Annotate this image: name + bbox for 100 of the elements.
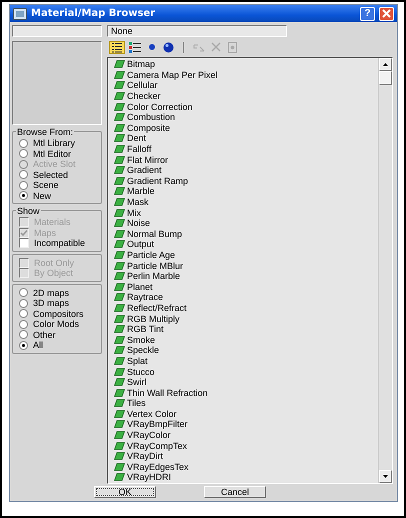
map-list-item[interactable]: VRayColor (114, 430, 378, 440)
radio-button[interactable] (19, 309, 28, 318)
map-list-item[interactable]: Splat (114, 356, 378, 366)
map-list-item[interactable]: Gradient (114, 164, 378, 176)
map-list-item[interactable]: VRayEdgesTex (114, 462, 378, 472)
map-list-item[interactable]: Reflect/Refract (114, 302, 378, 314)
scrollbar[interactable] (378, 58, 392, 483)
option-label: Mtl Editor (33, 148, 72, 159)
scroll-up-button[interactable] (379, 58, 392, 71)
map-list-item[interactable]: Perlin Marble (114, 270, 378, 282)
map-list-item[interactable]: Particle MBlur (114, 260, 378, 271)
radio-button[interactable] (19, 191, 28, 200)
map-list-item[interactable]: Marble (114, 186, 378, 197)
map-list-item[interactable]: Composite (114, 122, 378, 134)
map-icon (114, 420, 125, 428)
map-list-item[interactable]: Noise (114, 218, 378, 228)
map-icon (114, 134, 125, 142)
map-list-item[interactable]: Particle Age (114, 250, 378, 260)
map-icon (114, 156, 125, 164)
map-list-item[interactable]: Camera Map Per Pixel (114, 70, 378, 80)
current-map-field: None (107, 25, 287, 37)
option-label: Maps (34, 228, 56, 238)
radio-button[interactable] (19, 138, 28, 148)
map-icon (114, 208, 125, 217)
large-icons-button[interactable] (161, 40, 176, 54)
map-list-item[interactable]: Color Correction (114, 101, 378, 112)
small-sphere-icon (149, 44, 155, 50)
map-icon (114, 198, 125, 206)
document-icon (228, 42, 236, 52)
map-list-item[interactable]: RGB Tint (114, 324, 378, 334)
map-icon (114, 442, 125, 450)
map-list-item[interactable]: VRayHDRI (114, 472, 378, 483)
map-list-item[interactable]: Normal Bump (114, 228, 378, 240)
map-list-item[interactable]: Dent (114, 133, 378, 144)
option-label: Scene (33, 180, 59, 190)
radio-button[interactable] (19, 149, 28, 158)
map-icon (114, 262, 125, 270)
up-arrow-icon (383, 63, 388, 66)
help-button[interactable]: ? (360, 6, 375, 20)
map-icon (114, 399, 125, 408)
scroll-down-button[interactable] (379, 470, 392, 483)
option-label: Mtl Library (33, 138, 76, 148)
option-label: New (33, 190, 52, 201)
map-icon (114, 124, 125, 132)
map-list-item[interactable]: Tiles (114, 398, 378, 409)
map-icon (114, 272, 125, 280)
map-list-item[interactable]: Bitmap (114, 59, 378, 70)
name-field[interactable] (12, 25, 102, 37)
map-icon (114, 250, 125, 259)
map-icon (114, 230, 125, 238)
option-label: Incompatible (34, 238, 86, 248)
map-icon (114, 410, 125, 418)
map-list-item[interactable]: Mix (114, 207, 378, 218)
radio-button[interactable] (19, 180, 28, 190)
radio-button[interactable] (19, 288, 28, 298)
map-list-item[interactable]: Combustion (114, 112, 378, 123)
map-icon (114, 356, 125, 365)
map-list-item[interactable]: Output (114, 239, 378, 250)
map-list-item[interactable]: Smoke (114, 334, 378, 346)
radio-button[interactable] (19, 298, 28, 308)
close-button[interactable] (379, 6, 394, 20)
update-icon (193, 42, 205, 52)
radio-button[interactable] (19, 170, 28, 180)
option-label: Active Slot (33, 159, 76, 170)
map-list-item[interactable]: Planet (114, 281, 378, 292)
large-sphere-icon (163, 42, 174, 52)
map-icon (114, 378, 125, 386)
map-icon (114, 240, 125, 248)
cancel-button[interactable]: Cancel (204, 486, 266, 498)
option-label: Compositors (33, 308, 84, 319)
map-list-item[interactable]: Mask (114, 196, 378, 208)
radio-button[interactable] (19, 320, 28, 329)
map-icon (114, 314, 125, 323)
map-list-item[interactable]: Speckle (114, 345, 378, 356)
option-label: Other (33, 330, 56, 340)
map-list-item[interactable]: Cellular (114, 80, 378, 91)
map-list-item[interactable]: Gradient Ramp (114, 176, 378, 186)
scroll-thumb[interactable] (379, 71, 392, 85)
ok-button[interactable]: OK (94, 486, 156, 498)
map-list-item[interactable]: Thin Wall Refraction (114, 387, 378, 398)
map-list-item[interactable]: VRayCompTex (114, 440, 378, 451)
option-label: All (33, 340, 44, 350)
map-list-item[interactable]: RGB Multiply (114, 313, 378, 324)
map-list-item[interactable]: Raytrace (114, 292, 378, 303)
map-list-item[interactable]: Falloff (114, 144, 378, 154)
map-list-item[interactable]: VRayDirt (114, 450, 378, 462)
checkbox[interactable] (19, 238, 29, 248)
map-list-item[interactable]: Flat Mirror (114, 154, 378, 165)
list-view-button[interactable] (109, 40, 125, 54)
map-icon (114, 219, 125, 228)
map-list-item[interactable]: Vertex Color (114, 408, 378, 420)
down-arrow-icon (383, 475, 388, 478)
map-list-item[interactable]: Checker (114, 90, 378, 102)
radio-button[interactable] (19, 330, 28, 340)
map-list-item[interactable]: Stucco (114, 366, 378, 377)
list-icons-view-button[interactable] (127, 40, 143, 54)
map-icon (114, 92, 125, 100)
radio-button[interactable] (19, 340, 28, 350)
map-list-item[interactable]: Swirl (114, 376, 378, 388)
map-list-item[interactable]: VRayBmpFilter (114, 419, 378, 430)
